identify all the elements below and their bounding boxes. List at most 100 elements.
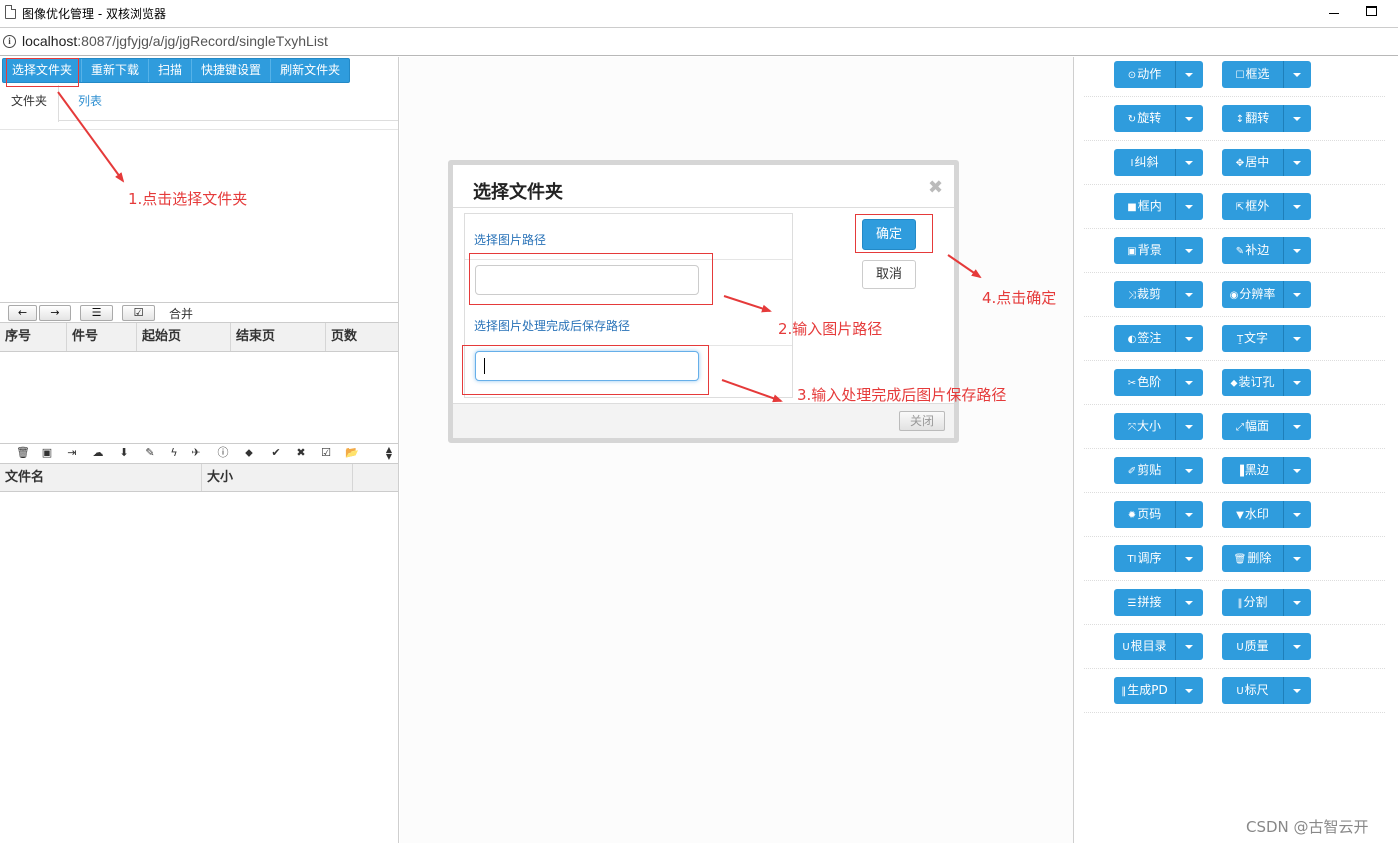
download-circle-icon[interactable]: ⬇ — [117, 446, 131, 460]
dropdown-caret-icon[interactable] — [1284, 413, 1311, 440]
address-bar[interactable]: i localhost:8087/jgfyjg/a/jg/jgRecord/si… — [0, 27, 1398, 56]
dropdown-caret-icon[interactable] — [1284, 501, 1311, 528]
tool-button[interactable]: ‖生成PD — [1114, 677, 1176, 704]
tool-button[interactable]: ↕翻转 — [1222, 105, 1284, 132]
dropdown-caret-icon[interactable] — [1284, 105, 1311, 132]
dropdown-caret-icon[interactable] — [1176, 193, 1203, 220]
dropdown-caret-icon[interactable] — [1284, 237, 1311, 264]
dropdown-caret-icon[interactable] — [1284, 281, 1311, 308]
dropdown-caret-icon[interactable] — [1176, 369, 1203, 396]
dropdown-caret-icon[interactable] — [1284, 633, 1311, 660]
tool-button[interactable]: ✥居中 — [1222, 149, 1284, 176]
column-header[interactable]: 文件名 — [0, 464, 202, 491]
dropdown-caret-icon[interactable] — [1176, 61, 1203, 88]
close-icon[interactable]: ✖ — [928, 177, 943, 198]
tool-button[interactable]: TI调序 — [1114, 545, 1176, 572]
dropdown-caret-icon[interactable] — [1284, 193, 1311, 220]
tool-button[interactable]: ■框内 — [1114, 193, 1176, 220]
import-icon[interactable]: ⇥ — [65, 446, 79, 460]
tool-button[interactable]: ↻旋转 — [1114, 105, 1176, 132]
next-arrow-icon[interactable]: → — [39, 305, 71, 321]
column-header[interactable]: 大小 — [202, 464, 353, 491]
dropdown-caret-icon[interactable] — [1176, 589, 1203, 616]
scan-button[interactable]: 扫描 — [149, 59, 193, 82]
tool-button[interactable]: 🗑删除 — [1222, 545, 1284, 572]
prev-arrow-icon[interactable]: ← — [8, 305, 37, 321]
tool-button[interactable]: ▼水印 — [1222, 501, 1284, 528]
tool-button[interactable]: ⬥装订孔 — [1222, 369, 1284, 396]
tool-button[interactable]: ▣背景 — [1114, 237, 1176, 264]
cross-icon[interactable]: ✖ — [294, 446, 308, 460]
dropdown-caret-icon[interactable] — [1284, 545, 1311, 572]
cloud-upload-icon[interactable]: ☁ — [91, 446, 105, 460]
column-header[interactable]: 序号 — [0, 323, 67, 351]
tool-button[interactable]: ⤧大小 — [1114, 413, 1176, 440]
dropdown-caret-icon[interactable] — [1284, 677, 1311, 704]
check-square-icon[interactable]: ☑ — [122, 305, 155, 321]
bolt-icon[interactable]: ϟ — [167, 446, 181, 460]
dropdown-caret-icon[interactable] — [1284, 149, 1311, 176]
dropdown-caret-icon[interactable] — [1176, 457, 1203, 484]
tool-button[interactable]: ✂色阶 — [1114, 369, 1176, 396]
plane-icon[interactable]: ✈ — [189, 446, 203, 460]
info-icon[interactable]: i — [3, 35, 16, 48]
tool-button[interactable]: ✹页码 — [1114, 501, 1176, 528]
dropdown-caret-icon[interactable] — [1176, 105, 1203, 132]
dropdown-caret-icon[interactable] — [1284, 325, 1311, 352]
column-header[interactable]: 页数 — [326, 323, 398, 351]
tool-button[interactable]: ▐黑边 — [1222, 457, 1284, 484]
dropdown-caret-icon[interactable] — [1176, 633, 1203, 660]
tab-list[interactable]: 列表 — [67, 85, 113, 121]
tool-button[interactable]: ☐框选 — [1222, 61, 1284, 88]
tool-button[interactable]: ◉分辨率 — [1222, 281, 1284, 308]
folder-open-icon[interactable]: 📂 — [345, 446, 359, 460]
edit-icon[interactable]: ✎ — [143, 446, 157, 460]
tab-folder[interactable]: 文件夹 — [0, 85, 60, 122]
list-icon[interactable]: ☰ — [80, 305, 113, 321]
tool-button[interactable]: I纠斜 — [1114, 149, 1176, 176]
maximize-button[interactable] — [1366, 6, 1377, 16]
close-button[interactable]: 关闭 — [899, 411, 945, 431]
dropdown-caret-icon[interactable] — [1284, 61, 1311, 88]
shortcut-settings-button[interactable]: 快捷键设置 — [192, 59, 272, 82]
tool-button[interactable]: U标尺 — [1222, 677, 1284, 704]
tool-button[interactable]: ‖分割 — [1222, 589, 1284, 616]
tool-button[interactable]: ◐签注 — [1114, 325, 1176, 352]
column-header[interactable]: 结束页 — [231, 323, 326, 351]
minimize-button[interactable] — [1328, 4, 1342, 20]
scroll-arrows-icon[interactable]: ▲ ▼ — [382, 446, 396, 461]
merge-label[interactable]: 合并 — [169, 305, 193, 322]
redownload-button[interactable]: 重新下载 — [82, 59, 150, 82]
tool-button[interactable]: ⤨裁剪 — [1114, 281, 1176, 308]
save-icon[interactable]: ▣ — [40, 446, 54, 460]
tool-button[interactable]: U根目录 — [1114, 633, 1176, 660]
trash-icon[interactable]: 🗑 — [16, 446, 30, 460]
check-square-icon[interactable]: ☑ — [319, 446, 333, 460]
dropdown-caret-icon[interactable] — [1176, 677, 1203, 704]
tags-icon[interactable]: ⬥ — [242, 446, 256, 460]
dropdown-caret-icon[interactable] — [1176, 501, 1203, 528]
tool-button[interactable]: ⇱框外 — [1222, 193, 1284, 220]
column-header[interactable]: 件号 — [67, 323, 137, 351]
dropdown-caret-icon[interactable] — [1176, 281, 1203, 308]
tool-button[interactable]: ⊙动作 — [1114, 61, 1176, 88]
tool-button[interactable]: ⤢幅面 — [1222, 413, 1284, 440]
tool-button[interactable]: ☰拼接 — [1114, 589, 1176, 616]
tool-button[interactable]: ✎补边 — [1222, 237, 1284, 264]
dropdown-caret-icon[interactable] — [1284, 589, 1311, 616]
column-header[interactable]: 起始页 — [137, 323, 231, 351]
info-circle-icon[interactable]: ⓘ — [216, 446, 230, 460]
tool-button[interactable]: Ṯ文字 — [1222, 325, 1284, 352]
dropdown-caret-icon[interactable] — [1176, 413, 1203, 440]
refresh-folder-button[interactable]: 刷新文件夹 — [271, 59, 349, 82]
dropdown-caret-icon[interactable] — [1284, 457, 1311, 484]
folder-tree[interactable] — [0, 129, 398, 301]
cancel-button[interactable]: 取消 — [862, 260, 916, 289]
dropdown-caret-icon[interactable] — [1284, 369, 1311, 396]
dropdown-caret-icon[interactable] — [1176, 149, 1203, 176]
tool-button[interactable]: U质量 — [1222, 633, 1284, 660]
dropdown-caret-icon[interactable] — [1176, 325, 1203, 352]
dropdown-caret-icon[interactable] — [1176, 545, 1203, 572]
check-icon[interactable]: ✔ — [269, 446, 283, 460]
url-text[interactable]: localhost:8087/jgfyjg/a/jg/jgRecord/sing… — [22, 33, 328, 49]
